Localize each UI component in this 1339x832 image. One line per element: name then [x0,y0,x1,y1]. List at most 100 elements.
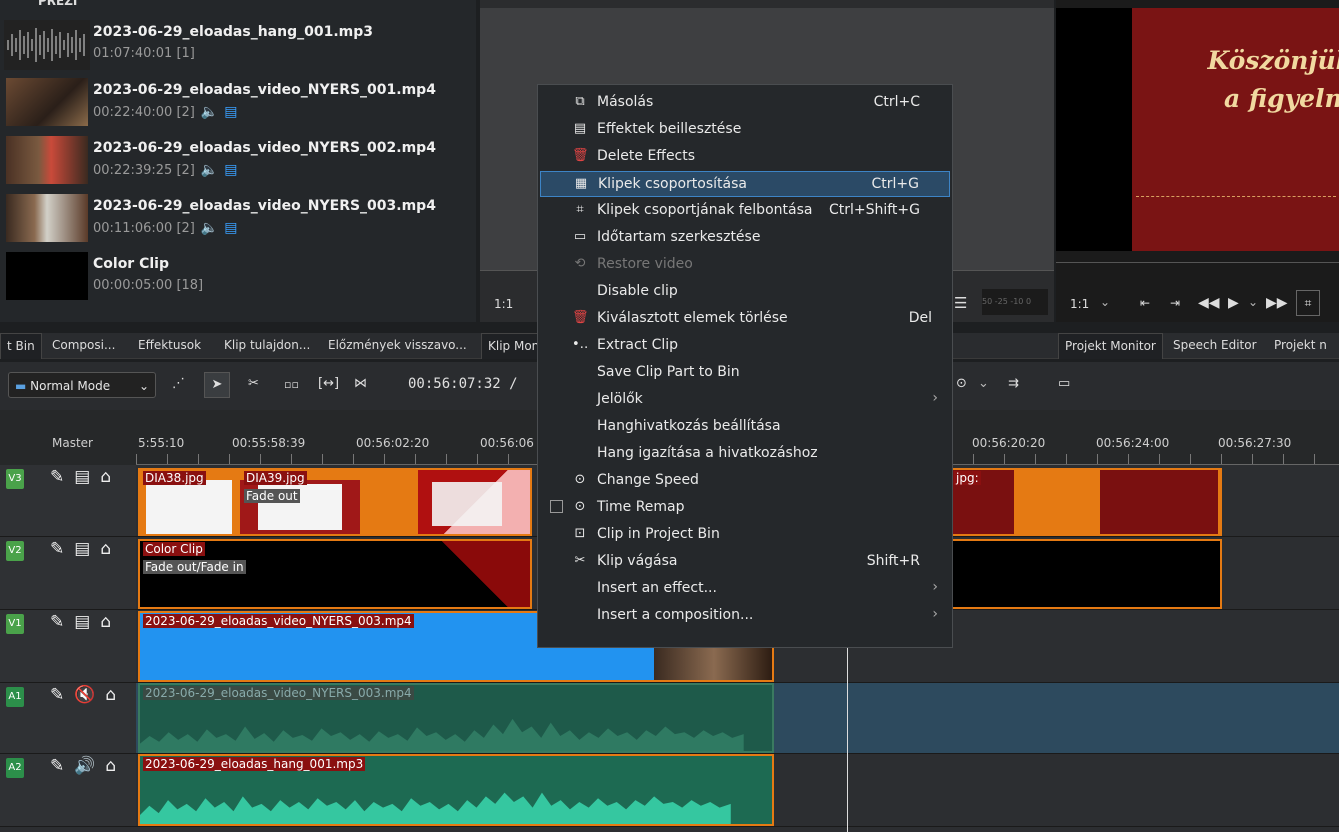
film-icon[interactable]: ▤ [74,612,100,632]
menu-item-paste-effects[interactable]: ▤ Effektek beillesztése [538,117,952,143]
extract-icon: •‥ [572,337,589,352]
settings-icon[interactable]: ⇉ [1008,376,1019,391]
menu-item-change-speed[interactable]: ⊙ Change Speed [538,468,952,494]
duration-icon: ▭ [573,229,587,244]
menu-item-edit-duration[interactable]: ▭ Időtartam szerkesztése [538,225,952,251]
menu-item-delete-effects[interactable]: 🗑 Delete Effects [538,144,952,170]
clip-color-right[interactable] [950,539,1222,609]
lock-icon[interactable]: ⌂ [100,467,121,487]
menu-item-label: Restore video [597,256,693,272]
track-header-v1[interactable]: V1 ✎▤⌂ [0,610,136,683]
chevron-down-icon[interactable]: ⌄ [1248,295,1258,309]
effects-icon[interactable]: ✎ [50,612,74,632]
tab-effects[interactable]: Effektusok [132,333,207,358]
bin-item-video-002[interactable]: 2023-06-29_eloadas_video_NYERS_002.mp4 0… [0,134,476,192]
clip-dia-right[interactable]: jpg: [950,468,1222,536]
menu-item-shortcut: Ctrl+C [873,94,920,110]
menu-item-ungroup-clips[interactable]: ⌗ Klipek csoportjának felbontása Ctrl+Shif… [538,198,952,224]
track-header-v2[interactable]: V2 ✎▤⌂ [0,537,136,610]
menu-item-label: Insert an effect... [597,580,717,596]
track-header-a2[interactable]: A2 ✎🔊⌂ [0,754,136,827]
clip-label: DIA38.jpg [143,471,206,485]
clip-color-clip[interactable]: Color Clip Fade out/Fade in [138,539,532,609]
menu-item-label: Időtartam szerkesztése [597,229,761,245]
lock-icon[interactable]: ⌂ [100,539,121,559]
lock-icon[interactable]: ⌂ [105,756,126,776]
effects-icon[interactable]: ✎ [50,539,74,559]
menu-item-label: Save Clip Part to Bin [597,364,740,380]
bin-item-name: 2023-06-29_eloadas_video_NYERS_002.mp4 [93,140,436,156]
menu-item-save-clip-part[interactable]: Save Clip Part to Bin [538,360,952,386]
speaker-icon[interactable]: 🔊 [74,756,105,776]
razor-tool-icon[interactable]: ⋰ [172,376,185,391]
play-icon[interactable]: ▶ [1228,295,1239,311]
clip-monitor-zoom[interactable]: 1:1 [494,297,513,311]
muted-speaker-icon[interactable]: 🔇 [74,685,105,705]
tab-speech-editor[interactable]: Speech Editor [1167,333,1263,358]
menu-item-time-remap[interactable]: ⊙ Time Remap [538,495,952,521]
go-to-start-icon[interactable]: ⇤ [1140,296,1150,310]
effects-icon[interactable]: ✎ [50,685,74,705]
menu-item-clip-in-bin[interactable]: ⊡ Clip in Project Bin [538,522,952,548]
menu-icon[interactable]: ☰ [954,294,967,312]
track-controls: ✎🔇⌂ [50,685,126,705]
ripple-tool-icon[interactable]: [↔] [318,376,339,391]
menu-item-cut-clip[interactable]: ✂ Klip vágása Shift+R [538,549,952,575]
crop-icon[interactable]: ⌗ [1296,290,1320,316]
clip-audio-video-003[interactable]: 2023-06-29_eloadas_video_NYERS_003.mp4 [138,683,774,753]
spacer-tool-icon[interactable]: ▫▫ [284,378,299,391]
edit-mode-select[interactable]: ▬ Normal Mode ⌄ [8,372,156,398]
menu-item-align-audio[interactable]: Hang igazítása a hivatkozáshoz [538,441,952,467]
record-icon[interactable]: ⊙ [956,376,967,391]
bin-item-color-clip[interactable]: Color Clip 00:00:05:00 [18] [0,250,476,308]
menu-item-insert-effect[interactable]: Insert an effect... › [538,576,952,602]
time-remap-checkbox[interactable] [550,500,563,513]
track-header-v3[interactable]: V3 ✎▤⌂ [0,465,136,537]
clip-dia38[interactable]: DIA38.jpg DIA39.jpg Fade out [138,468,532,536]
tab-compositions[interactable]: Composi... [46,333,121,358]
tab-project-monitor[interactable]: Projekt Monitor [1058,333,1163,359]
track-tag: A2 [6,758,24,778]
effects-icon[interactable]: ✎ [50,756,74,776]
menu-item-label: Effektek beillesztése [597,121,742,137]
bin-item-video-003[interactable]: 2023-06-29_eloadas_video_NYERS_003.mp4 0… [0,192,476,250]
project-monitor-zoom[interactable]: 1:1 [1070,297,1089,311]
tab-project-notes[interactable]: Projekt n [1268,333,1333,358]
rewind-icon[interactable]: ◀◀ [1198,295,1220,311]
menu-item-restore-video[interactable]: ⟲ Restore video [538,252,952,278]
lock-icon[interactable]: ⌂ [100,612,121,632]
bin-item-name: 2023-06-29_eloadas_video_NYERS_003.mp4 [93,198,436,214]
chevron-down-icon[interactable]: ⌄ [978,376,989,391]
menu-item-markers[interactable]: Jelölők › [538,387,952,413]
project-monitor-ruler[interactable] [1056,262,1339,283]
subtitle-icon[interactable]: ▭ [1058,376,1070,391]
menu-item-delete-selected[interactable]: 🗑 Kiválasztott elemek törlése Del [538,306,952,332]
chevron-right-icon: › [932,606,938,622]
tab-undo-history[interactable]: Előzmények visszavo... [322,333,473,358]
chevron-down-icon[interactable]: ⌄ [1100,295,1110,309]
bin-item-video-001[interactable]: 2023-06-29_eloadas_video_NYERS_001.mp4 0… [0,76,476,134]
menu-item-insert-composition[interactable]: Insert a composition... › [538,603,952,629]
lock-icon[interactable]: ⌂ [105,685,126,705]
fast-forward-icon[interactable]: ▶▶ [1266,295,1288,311]
menu-item-disable-clip[interactable]: Disable clip [538,279,952,305]
menu-item-group-clips[interactable]: ▦ Klipek csoportosítása Ctrl+G [540,171,950,197]
select-tool-icon[interactable]: ➤ [204,372,230,398]
previous-marker-icon[interactable]: ⇥ [1170,296,1180,310]
clip-audio-hang-001[interactable]: 2023-06-29_eloadas_hang_001.mp3 [138,754,774,826]
tab-clip-properties[interactable]: Klip tulajdon... [218,333,316,358]
bin-item-hang[interactable]: 2023-06-29_eloadas_hang_001.mp3 01:07:40… [0,18,476,76]
menu-item-extract-clip[interactable]: •‥ Extract Clip [538,333,952,359]
track-header-a1[interactable]: A1 ✎🔇⌂ [0,683,136,754]
effects-icon[interactable]: ✎ [50,467,74,487]
tick-label: 00:56:24:00 [1096,436,1170,450]
scissors-icon[interactable]: ✂ [248,376,259,391]
slip-tool-icon[interactable]: ⋈ [354,376,367,391]
clip-label: 2023-06-29_eloadas_hang_001.mp3 [143,757,366,771]
tab-project-bin[interactable]: t Bin [0,333,42,359]
menu-item-set-audio-reference[interactable]: Hanghivatkozás beállítása [538,414,952,440]
film-icon[interactable]: ▤ [74,539,100,559]
film-icon[interactable]: ▤ [74,467,100,487]
menu-item-copy[interactable]: ⧉ Másolás Ctrl+C [538,90,952,116]
timeline-timecode[interactable]: 00:56:07:32 / [408,376,518,392]
